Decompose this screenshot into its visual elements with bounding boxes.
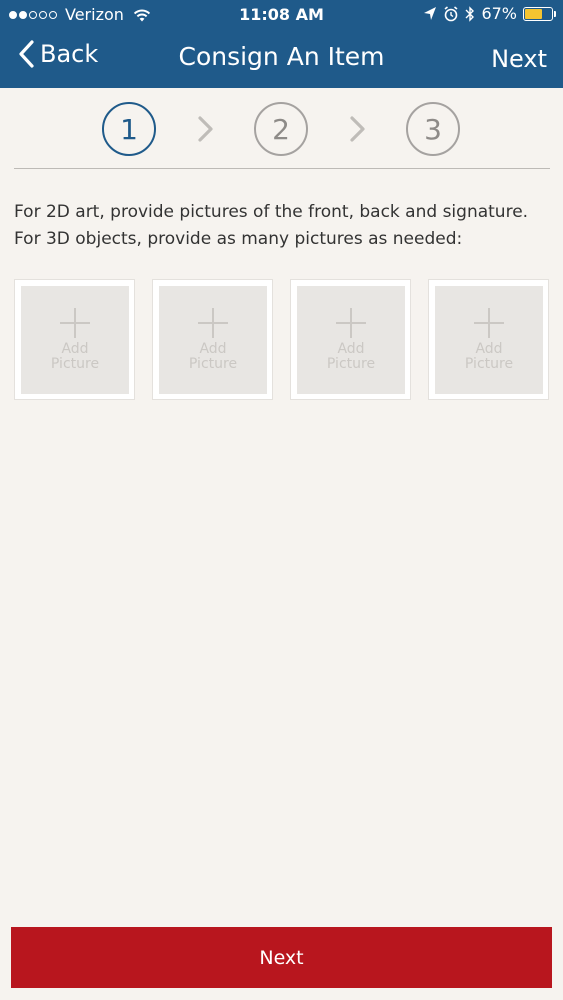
next-nav-button[interactable]: Next <box>491 45 547 73</box>
add-picture-label: Add Picture <box>51 342 99 372</box>
instructions-line-1: For 2D art, provide pictures of the fron… <box>14 202 529 222</box>
chevron-right-icon <box>198 116 213 142</box>
picture-tiles: Add Picture Add Picture Add Picture Add <box>14 279 550 400</box>
add-picture-label: Add Picture <box>465 342 513 372</box>
tile-label-line-2: Picture <box>326 356 376 372</box>
step-1: 1 <box>102 102 156 156</box>
tile-label-line-1: Add <box>475 341 503 357</box>
tile-label-line-1: Add <box>337 341 365 357</box>
battery-fill <box>525 8 542 19</box>
step-2: 2 <box>254 102 308 156</box>
chevron-right-icon <box>350 116 365 142</box>
plus-icon <box>336 308 366 338</box>
add-picture-label: Add Picture <box>327 342 375 372</box>
step-3: 3 <box>406 102 460 156</box>
divider <box>14 168 550 169</box>
plus-icon <box>198 308 228 338</box>
instructions-text: For 2D art, provide pictures of the fron… <box>14 199 550 253</box>
instructions-line-2: For 3D objects, provide as many pictures… <box>14 229 463 249</box>
navigation-bar: Back Consign An Item Next <box>0 30 563 88</box>
add-picture-placeholder: Add Picture <box>435 286 543 394</box>
add-picture-placeholder: Add Picture <box>21 286 129 394</box>
battery-icon <box>523 6 556 21</box>
location-icon <box>424 6 437 20</box>
tile-label-line-2: Picture <box>50 356 100 372</box>
add-picture-button[interactable]: Add Picture <box>14 279 135 400</box>
tile-label-line-2: Picture <box>464 356 514 372</box>
plus-icon <box>60 308 90 338</box>
top-bar: Verizon 11:08 AM 67% Back Consign An Ite… <box>0 0 563 88</box>
tile-label-line-1: Add <box>199 341 227 357</box>
bluetooth-icon <box>465 5 475 22</box>
add-picture-placeholder: Add Picture <box>297 286 405 394</box>
battery-percent: 67% <box>481 4 517 23</box>
add-picture-button[interactable]: Add Picture <box>152 279 273 400</box>
step-indicator: 1 2 3 <box>0 100 563 160</box>
next-button[interactable]: Next <box>11 927 552 988</box>
tile-label-line-1: Add <box>61 341 89 357</box>
add-picture-placeholder: Add Picture <box>159 286 267 394</box>
alarm-icon <box>444 5 458 21</box>
tile-label-line-2: Picture <box>188 356 238 372</box>
status-right: 67% <box>423 4 556 23</box>
add-picture-button[interactable]: Add Picture <box>290 279 411 400</box>
status-bar: Verizon 11:08 AM 67% <box>0 0 563 30</box>
add-picture-button[interactable]: Add Picture <box>428 279 549 400</box>
page-title: Consign An Item <box>178 42 385 71</box>
add-picture-label: Add Picture <box>189 342 237 372</box>
plus-icon <box>474 308 504 338</box>
